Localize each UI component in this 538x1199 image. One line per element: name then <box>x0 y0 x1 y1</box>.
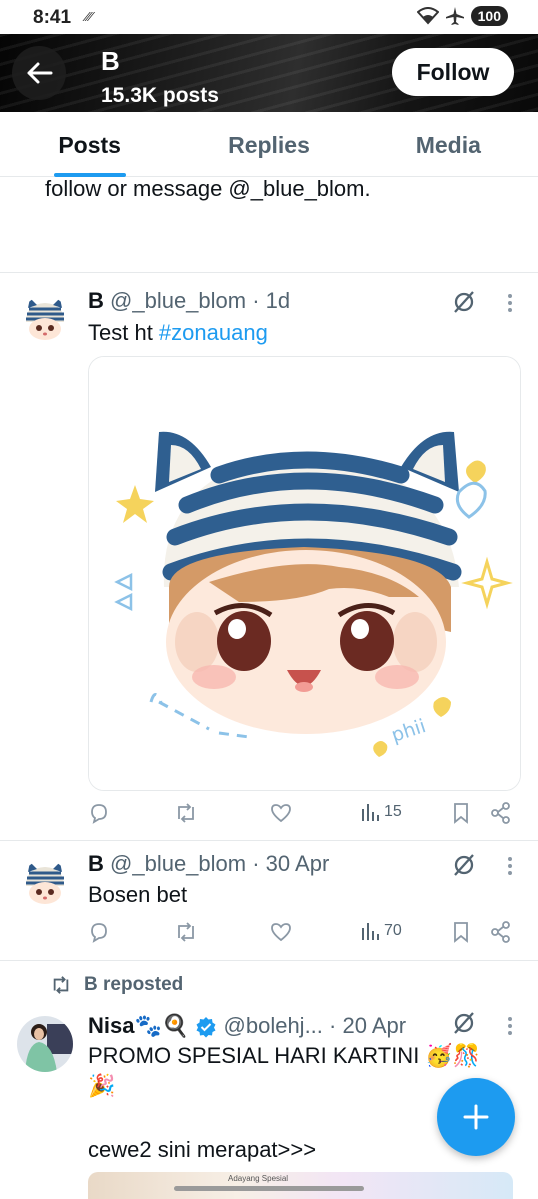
status-right: 100 <box>416 6 508 26</box>
status-time: 8:41 <box>33 7 72 28</box>
tweet-actions: 70 <box>88 921 518 951</box>
reply-icon <box>91 804 107 824</box>
more-options-icon[interactable] <box>507 856 513 876</box>
like-button[interactable] <box>270 802 292 824</box>
reply-icon <box>91 923 107 943</box>
grok-icon[interactable] <box>451 289 477 315</box>
tweet-text-line: PROMO SPESIAL HARI KARTINI 🥳🎊 <box>88 1043 481 1068</box>
views-icon <box>362 804 379 821</box>
more-options-icon[interactable] <box>507 1016 513 1036</box>
profile-tabs: Posts Replies Media <box>0 112 538 177</box>
profile-header: B 15.3K posts Follow <box>0 34 538 112</box>
avatar[interactable] <box>17 1016 73 1072</box>
avatar-image <box>17 1016 73 1072</box>
view-count: 70 <box>384 922 402 939</box>
avatar-image <box>20 860 70 910</box>
follow-button[interactable]: Follow <box>392 48 514 96</box>
share-icon <box>491 802 510 824</box>
grok-icon[interactable] <box>451 1010 477 1036</box>
repost-icon <box>178 922 194 942</box>
view-count: 15 <box>384 803 402 820</box>
tweet-author[interactable]: B @_blue_blom · 30 Apr <box>88 851 329 877</box>
battery-indicator: 100 <box>470 6 508 26</box>
repost-indicator[interactable]: B reposted <box>50 974 183 996</box>
tweet-text-line: 🎉 <box>88 1073 116 1098</box>
wifi-icon <box>416 7 439 25</box>
preview-text: Adayang Spesial <box>228 1174 289 1183</box>
tweet-author[interactable]: Nisa🐾🍳 @bolehj... · 20 Apr <box>88 1013 406 1039</box>
verified-badge-icon <box>196 1017 216 1038</box>
chibi-illustration: phii <box>89 357 520 790</box>
signal-activity-icon: ⁄⁄⁄ <box>86 9 93 24</box>
views-button[interactable]: 15 <box>360 802 402 822</box>
compose-button[interactable] <box>437 1078 515 1156</box>
repost-button[interactable] <box>174 921 198 943</box>
views-icon <box>362 923 379 940</box>
heart-icon <box>271 804 291 823</box>
arrow-left-icon <box>27 62 53 84</box>
avatar-image <box>20 296 70 346</box>
tweet-divider <box>0 840 538 841</box>
status-bar: 8:41 ⁄⁄⁄ 100 <box>0 0 538 34</box>
avatar[interactable] <box>20 296 70 346</box>
tweet-divider <box>0 960 538 961</box>
views-button[interactable]: 70 <box>360 921 402 941</box>
bookmark-icon <box>454 803 468 824</box>
repost-icon <box>178 803 194 823</box>
tweet-actions: 15 <box>88 802 518 832</box>
plus-icon <box>463 1104 489 1130</box>
share-button[interactable] <box>490 921 512 943</box>
more-options-icon[interactable] <box>507 293 513 313</box>
tab-posts[interactable]: Posts <box>0 112 179 176</box>
tweet-media-image[interactable]: phii <box>88 356 521 791</box>
repost-button[interactable] <box>174 802 198 824</box>
gesture-nav-bar[interactable] <box>174 1186 364 1191</box>
previous-tweet-text[interactable]: follow or message @_blue_blom. <box>45 176 371 202</box>
share-button[interactable] <box>490 802 512 824</box>
post-count: 15.3K posts <box>101 84 219 107</box>
tweet-text-line: cewe2 sini merapat>>> <box>88 1137 317 1162</box>
tab-media[interactable]: Media <box>359 112 538 176</box>
share-icon <box>491 921 510 943</box>
reply-button[interactable] <box>88 921 110 943</box>
tab-replies[interactable]: Replies <box>179 112 358 176</box>
tweet-author[interactable]: B @_blue_blom · 1d <box>88 288 290 314</box>
profile-name: B <box>101 46 120 76</box>
tweet-text: Bosen bet <box>88 882 188 907</box>
bookmark-icon <box>454 922 468 943</box>
tweet-text: Test ht #zonauang <box>88 320 268 345</box>
bookmark-button[interactable] <box>452 802 470 824</box>
back-button[interactable] <box>12 46 66 100</box>
grok-icon[interactable] <box>451 852 477 878</box>
repost-icon <box>53 976 69 994</box>
airplane-icon <box>445 7 464 25</box>
avatar[interactable] <box>20 860 70 910</box>
like-button[interactable] <box>270 921 292 943</box>
heart-icon <box>271 923 291 942</box>
repost-label: B reposted <box>84 974 184 995</box>
tweet-divider <box>0 272 538 273</box>
reply-button[interactable] <box>88 802 110 824</box>
hashtag-link[interactable]: #zonauang <box>159 320 268 345</box>
bookmark-button[interactable] <box>452 921 470 943</box>
